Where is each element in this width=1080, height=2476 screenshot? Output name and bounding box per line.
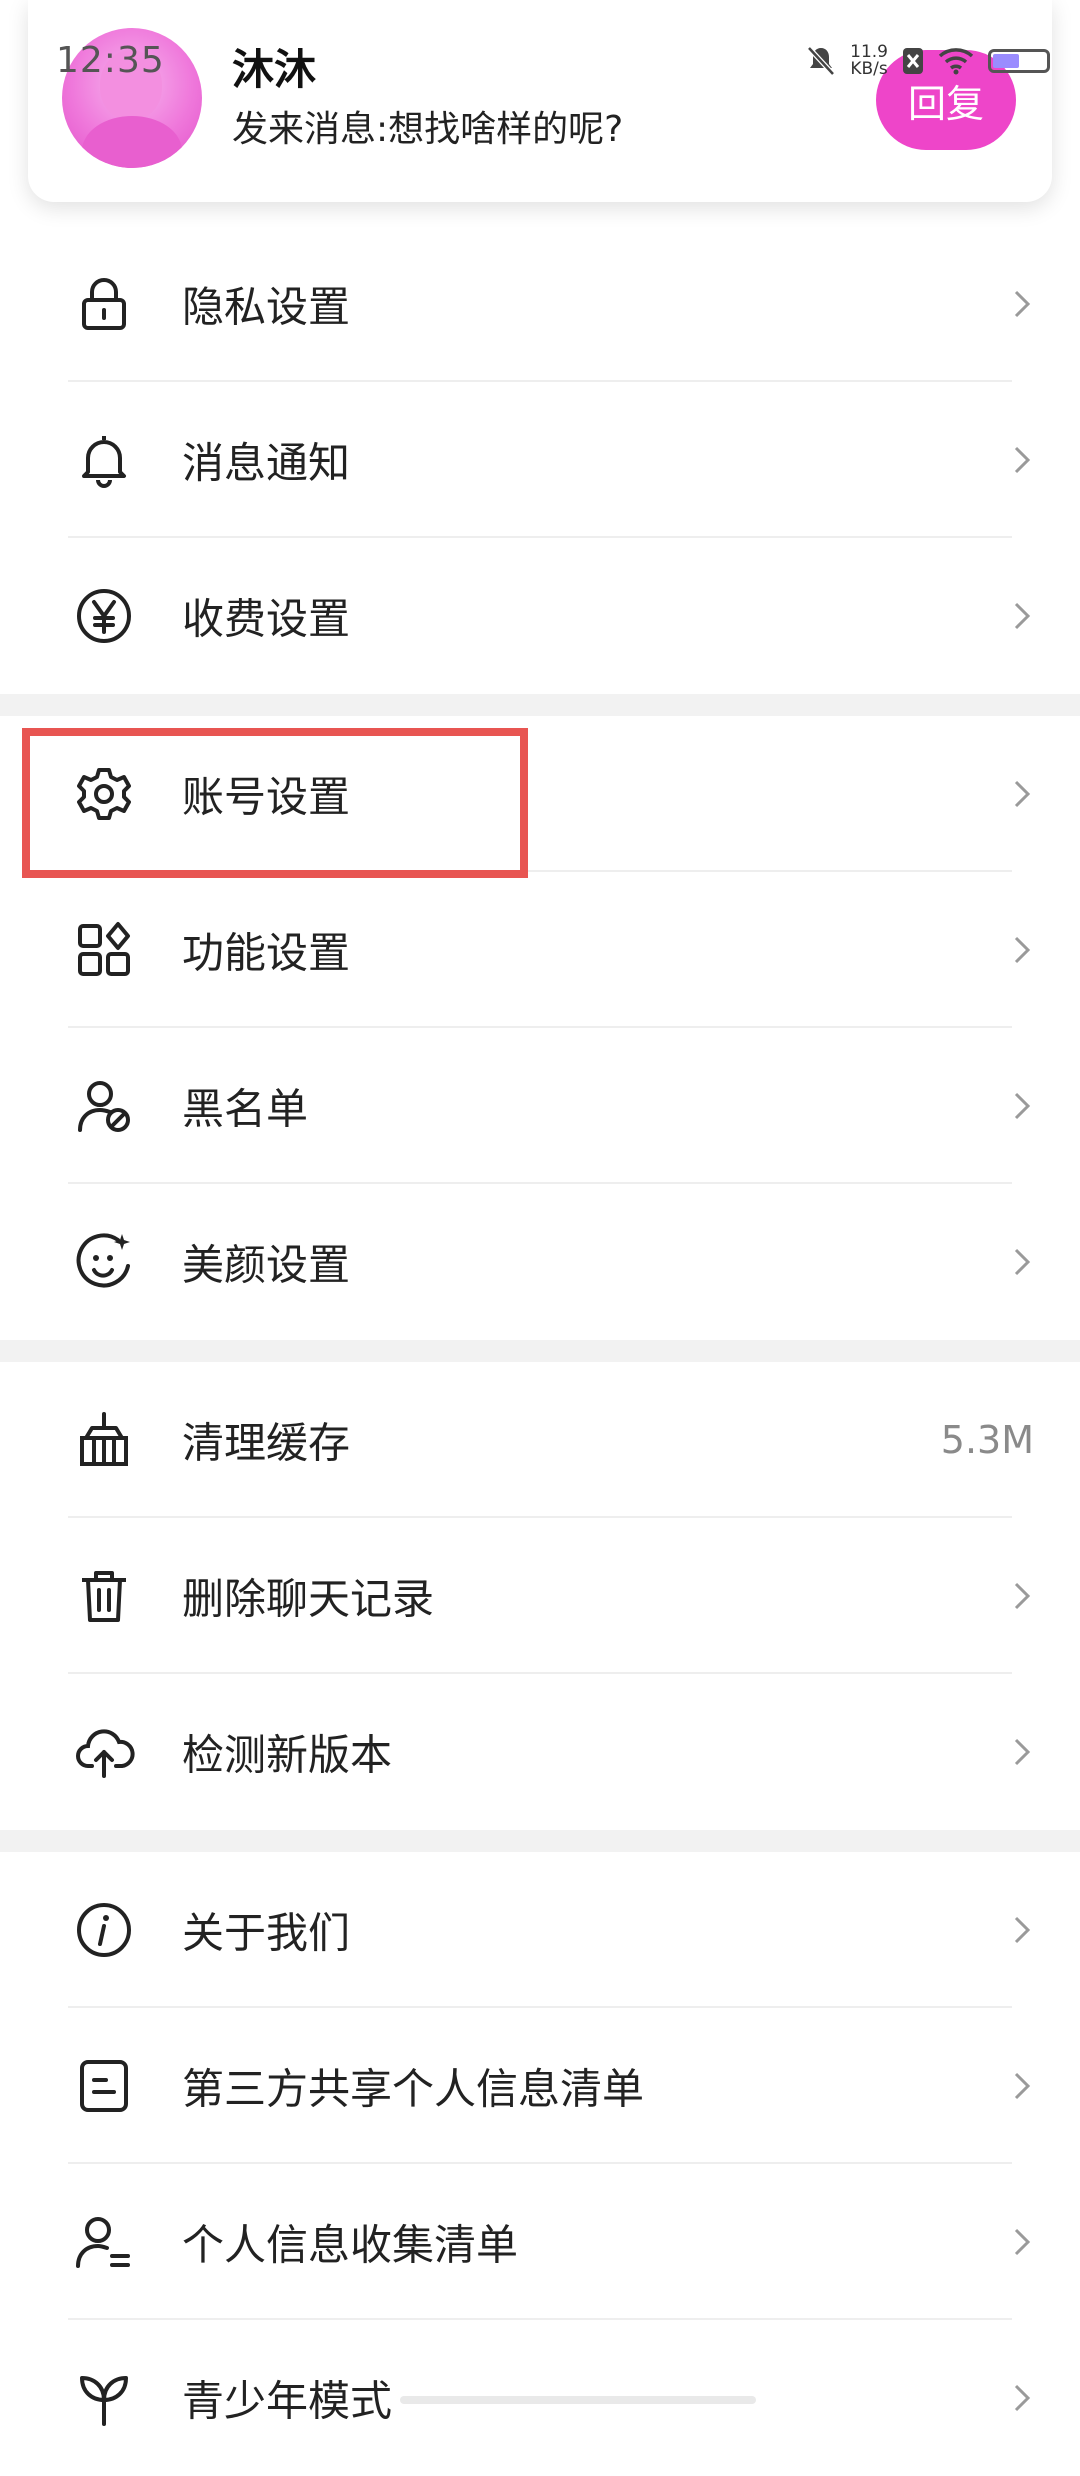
clear-cache-label: 清理缓存: [182, 1418, 351, 1468]
beauty-settings-item[interactable]: 美颜设置: [0, 1184, 1080, 1340]
third-party-sharing-item[interactable]: 第三方共享个人信息清单: [0, 2008, 1080, 2164]
mute-icon: [806, 45, 836, 77]
beauty-settings-label: 美颜设置: [182, 1240, 351, 1290]
feature-settings-item[interactable]: 功能设置: [0, 872, 1080, 1028]
clear-cache-item[interactable]: 清理缓存 5.3M: [0, 1362, 1080, 1518]
personal-info-collection-item[interactable]: 个人信息收集清单: [0, 2164, 1080, 2320]
third-party-sharing-label: 第三方共享个人信息清单: [182, 2064, 645, 2114]
about-us-item[interactable]: 关于我们: [0, 1852, 1080, 2008]
blacklist-label: 黑名单: [182, 1084, 309, 1134]
settings-group-3: 清理缓存 5.3M 删除聊天记录 检测新版本: [0, 1362, 1080, 1830]
privacy-settings-label: 隐私设置: [182, 282, 351, 332]
info-icon: [72, 1898, 136, 1962]
chevron-right-icon: [1010, 930, 1034, 970]
chevron-right-icon: [1010, 596, 1034, 636]
chevron-right-icon: [1010, 1910, 1034, 1950]
blacklist-item[interactable]: 黑名单: [0, 1028, 1080, 1184]
network-speed: 11.9 KB/s: [850, 42, 888, 79]
personal-info-collection-label: 个人信息收集清单: [182, 2220, 519, 2270]
wifi-icon: [938, 47, 974, 75]
section-divider: [0, 1830, 1080, 1852]
status-icons: 11.9 KB/s: [806, 44, 1050, 78]
status-time: 12:35: [56, 40, 165, 81]
notification-sender: 沐沐: [232, 45, 317, 94]
document-list-icon: [72, 2054, 136, 2118]
chevron-right-icon: [1010, 284, 1034, 324]
about-us-label: 关于我们: [182, 1908, 351, 1958]
face-sparkle-icon: [72, 1230, 136, 1294]
message-notification-label: 消息通知: [182, 438, 351, 488]
notification-message: 发来消息:想找啥样的呢?: [232, 109, 624, 150]
section-divider: [0, 694, 1080, 716]
lock-icon: [72, 272, 136, 336]
chevron-right-icon: [1010, 2378, 1034, 2418]
settings-group-4: 关于我们 第三方共享个人信息清单 个人信息收集清单 青少年模式: [0, 1852, 1080, 2426]
cache-size-value: 5.3M: [940, 1418, 1034, 1462]
chevron-right-icon: [1010, 774, 1034, 814]
privacy-settings-item[interactable]: 隐私设置: [0, 226, 1080, 382]
check-update-item[interactable]: 检测新版本: [0, 1674, 1080, 1830]
chevron-right-icon: [1010, 1576, 1034, 1616]
chevron-right-icon: [1010, 1242, 1034, 1282]
user-block-icon: [72, 1074, 136, 1138]
apps-grid-icon: [72, 918, 136, 982]
trash-icon: [72, 1564, 136, 1628]
user-list-icon: [72, 2210, 136, 2274]
feature-settings-label: 功能设置: [182, 928, 351, 978]
check-update-label: 检测新版本: [182, 1730, 393, 1780]
charging-settings-item[interactable]: 收费设置: [0, 538, 1080, 694]
chevron-right-icon: [1010, 1086, 1034, 1126]
charging-settings-label: 收费设置: [182, 594, 351, 644]
bell-icon: [72, 428, 136, 492]
sprout-icon: [72, 2366, 136, 2430]
highlight-box: [22, 728, 528, 878]
message-notification[interactable]: 沐沐 发来消息:想找啥样的呢? 回复: [28, 0, 1052, 202]
teen-mode-label: 青少年模式: [182, 2376, 393, 2426]
battery-icon: [988, 49, 1050, 73]
delete-chat-history-item[interactable]: 删除聊天记录: [0, 1518, 1080, 1674]
delete-chat-history-label: 删除聊天记录: [182, 1574, 435, 1624]
settings-group-1: 隐私设置 消息通知 收费设置: [0, 226, 1080, 694]
chevron-right-icon: [1010, 440, 1034, 480]
home-indicator[interactable]: [400, 2396, 756, 2404]
cloud-upload-icon: [72, 1720, 136, 1784]
message-notification-item[interactable]: 消息通知: [0, 382, 1080, 538]
chevron-right-icon: [1010, 2222, 1034, 2262]
yen-icon: [72, 584, 136, 648]
broom-icon: [72, 1408, 136, 1472]
sim-off-icon: [902, 47, 924, 75]
chevron-right-icon: [1010, 1732, 1034, 1772]
section-divider: [0, 1340, 1080, 1362]
chevron-right-icon: [1010, 2066, 1034, 2106]
